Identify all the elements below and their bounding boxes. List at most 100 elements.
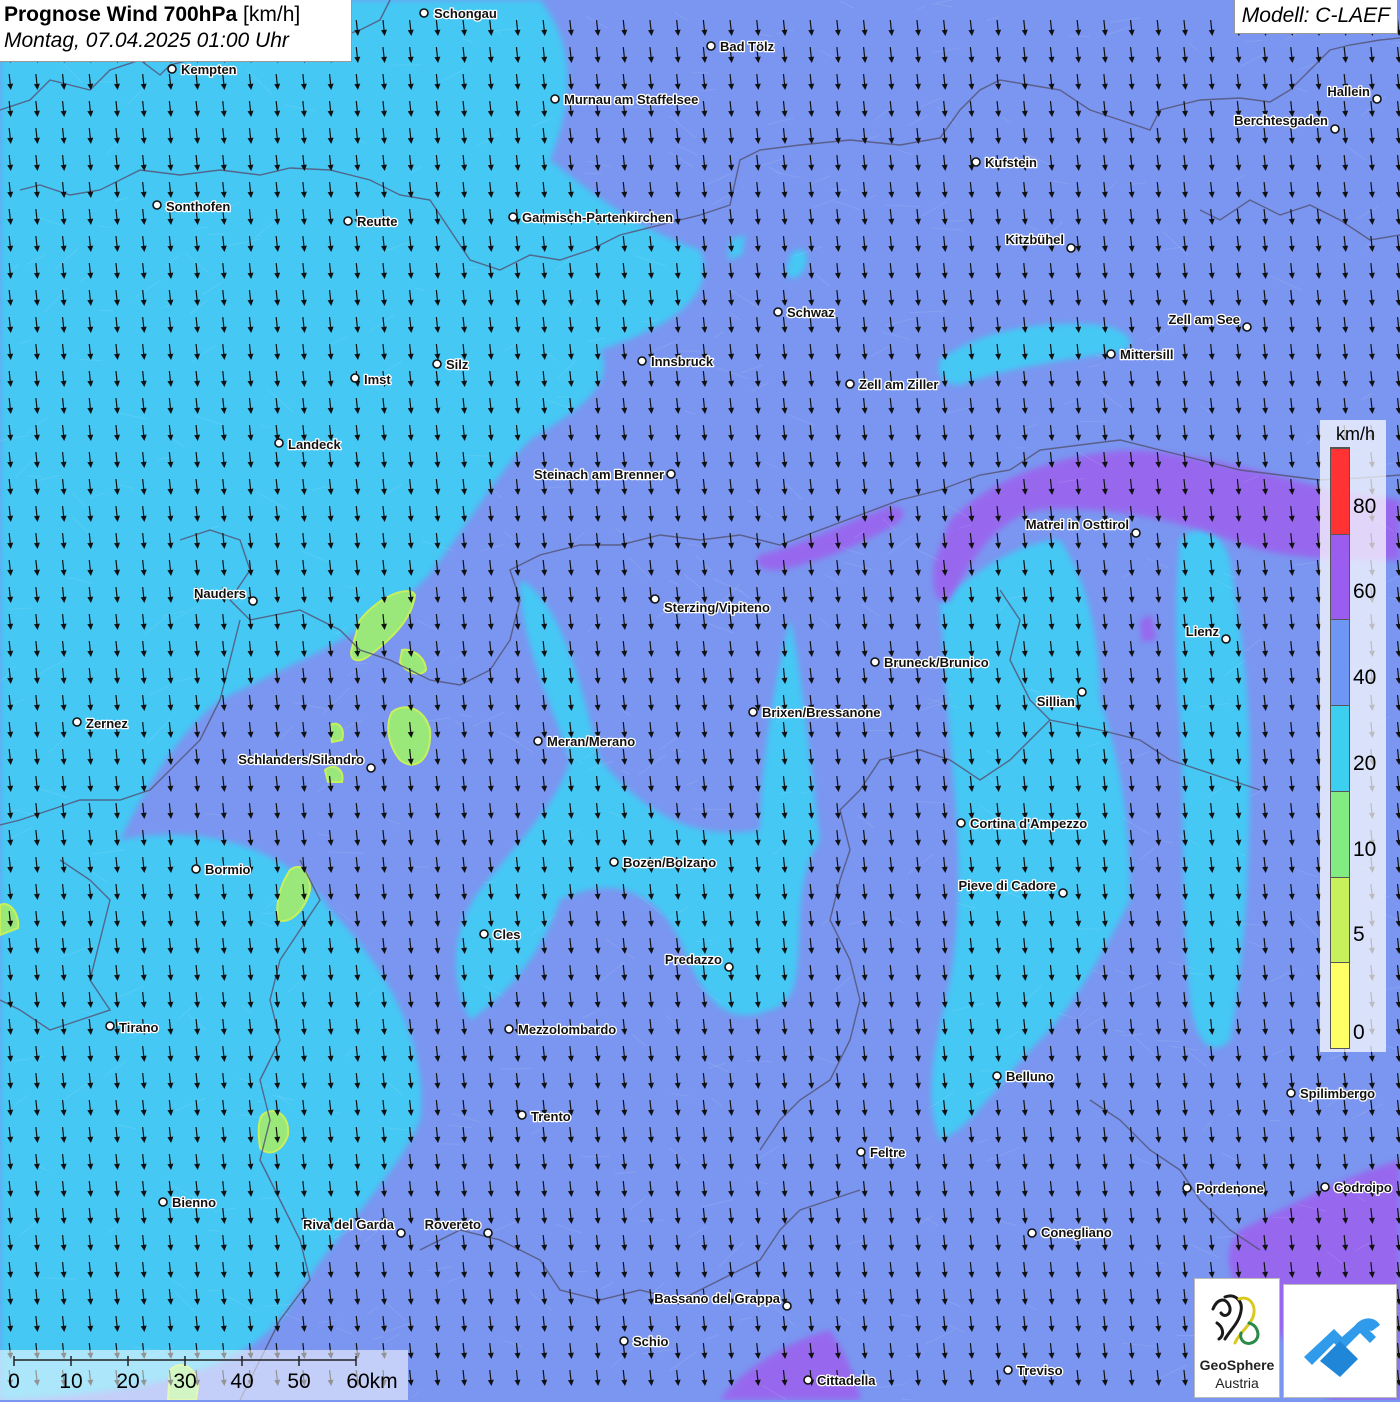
legend-color-bar <box>1330 447 1350 1049</box>
city-label: Spilimbergo <box>1300 1086 1375 1101</box>
legend-color-swatch <box>1331 448 1349 534</box>
circle-marker-icon <box>1067 244 1075 252</box>
city-label: Cles <box>493 927 520 942</box>
city-label: Zell am See <box>1168 312 1240 327</box>
circle-marker-icon <box>505 1025 513 1033</box>
geosphere-subtitle: Austria <box>1195 1375 1279 1391</box>
scale-bar: 0102030405060km <box>0 1350 408 1400</box>
city-label: Bassano del Grappa <box>654 1291 780 1306</box>
city-marker: Conegliano <box>1028 1225 1112 1240</box>
city-label: Riva del Garda <box>303 1217 395 1232</box>
legend-color-swatch <box>1331 791 1349 877</box>
circle-marker-icon <box>1331 125 1339 133</box>
title-box: Prognose Wind 700hPa [km/h] Montag, 07.0… <box>0 0 352 62</box>
city-marker: Spilimbergo <box>1287 1086 1375 1101</box>
city-label: Bruneck/Brunico <box>884 655 989 670</box>
circle-marker-icon <box>159 1198 167 1206</box>
city-label: Cortina d'Ampezzo <box>970 816 1087 831</box>
scale-bar-label: 40 <box>230 1370 253 1394</box>
circle-marker-icon <box>351 374 359 382</box>
circle-marker-icon <box>749 708 757 716</box>
city-label: Pordenone <box>1196 1181 1264 1196</box>
circle-marker-icon <box>774 308 782 316</box>
circle-marker-icon <box>857 1148 865 1156</box>
city-label: Trento <box>531 1109 571 1124</box>
city-marker: Cortina d'Ampezzo <box>957 816 1087 831</box>
circle-marker-icon <box>846 380 854 388</box>
city-label: Nauders <box>194 586 246 601</box>
circle-marker-icon <box>106 1022 114 1030</box>
city-label: Feltre <box>870 1145 905 1160</box>
city-label: Reutte <box>357 214 397 229</box>
city-marker: Bruneck/Brunico <box>871 655 989 670</box>
city-label: Innsbruck <box>651 354 714 369</box>
circle-marker-icon <box>1107 350 1115 358</box>
city-label: Steinach am Brenner <box>534 467 664 482</box>
circle-marker-icon <box>1078 688 1086 696</box>
city-label: Pieve di Cadore <box>958 878 1056 893</box>
city-label: Sterzing/Vipiteno <box>664 600 770 615</box>
city-label: Zernez <box>86 716 128 731</box>
circle-marker-icon <box>1183 1184 1191 1192</box>
circle-marker-icon <box>1287 1089 1295 1097</box>
model-label: Modell: C-LAEF <box>1234 0 1398 34</box>
geosphere-emblem-icon <box>1195 1279 1281 1355</box>
city-label: Hallein <box>1327 84 1370 99</box>
legend-tick-label: 0 <box>1353 1021 1365 1045</box>
city-label: Lienz <box>1186 624 1220 639</box>
city-label: Rovereto <box>425 1217 481 1232</box>
circle-marker-icon <box>168 65 176 73</box>
circle-marker-icon <box>783 1302 791 1310</box>
bird-logo-icon <box>1284 1285 1396 1397</box>
legend-tick-label: 5 <box>1353 923 1365 947</box>
scale-bar-label: 60km <box>346 1370 397 1394</box>
city-marker: Mezzolombardo <box>505 1022 616 1037</box>
circle-marker-icon <box>725 963 733 971</box>
city-label: Belluno <box>1006 1069 1054 1084</box>
circle-marker-icon <box>433 360 441 368</box>
city-label: Cittadella <box>817 1373 876 1388</box>
city-label: Bormio <box>205 862 251 877</box>
city-marker: Pordenone <box>1183 1181 1264 1196</box>
circle-marker-icon <box>1132 529 1140 537</box>
legend-unit: km/h <box>1336 424 1375 445</box>
city-marker: Steinach am Brenner <box>534 467 675 482</box>
circle-marker-icon <box>972 158 980 166</box>
circle-marker-icon <box>1004 1366 1012 1374</box>
legend-tick-label: 80 <box>1353 495 1376 519</box>
circle-marker-icon <box>153 201 161 209</box>
color-legend: km/h 051020406080 <box>1320 420 1386 1052</box>
circle-marker-icon <box>480 930 488 938</box>
city-label: Murnau am Staffelsee <box>564 92 698 107</box>
legend-color-swatch <box>1331 619 1349 705</box>
circle-marker-icon <box>651 595 659 603</box>
city-marker: Zell am Ziller <box>846 377 938 392</box>
circle-marker-icon <box>275 439 283 447</box>
city-label: Landeck <box>288 437 342 452</box>
city-label: Bad Tölz <box>720 39 775 54</box>
title-text: Prognose Wind 700hPa <box>4 3 237 26</box>
legend-color-swatch <box>1331 877 1349 963</box>
circle-marker-icon <box>610 858 618 866</box>
city-label: Meran/Merano <box>547 734 635 749</box>
circle-marker-icon <box>620 1337 628 1345</box>
scale-bar-label: 10 <box>59 1370 82 1394</box>
circle-marker-icon <box>1059 889 1067 897</box>
legend-tick-label: 10 <box>1353 838 1376 862</box>
legend-tick-label: 20 <box>1353 752 1376 776</box>
geosphere-logo: GeoSphere Austria <box>1194 1278 1280 1398</box>
map-title: Prognose Wind 700hPa [km/h] <box>4 3 347 27</box>
circle-marker-icon <box>192 865 200 873</box>
circle-marker-icon <box>518 1111 526 1119</box>
wind-map: SchongauBad TölzKemptenMurnau am Staffel… <box>0 0 1400 1400</box>
circle-marker-icon <box>534 737 542 745</box>
city-label: Brixen/Bressanone <box>762 705 881 720</box>
geosphere-name: GeoSphere <box>1195 1357 1279 1373</box>
circle-marker-icon <box>1222 635 1230 643</box>
city-label: Zell am Ziller <box>859 377 938 392</box>
circle-marker-icon <box>1321 1183 1329 1191</box>
city-label: Sillian <box>1037 694 1075 709</box>
circle-marker-icon <box>1373 95 1381 103</box>
city-label: Schongau <box>434 6 497 21</box>
city-label: Conegliano <box>1041 1225 1112 1240</box>
